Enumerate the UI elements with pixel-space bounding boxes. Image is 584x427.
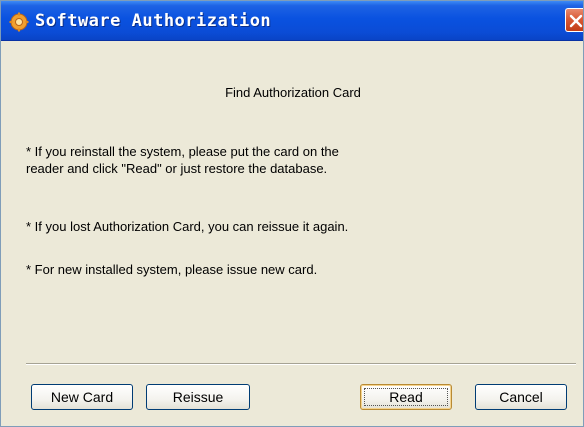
- new-system-instruction: * For new installed system, please issue…: [26, 262, 318, 277]
- reissue-button[interactable]: Reissue: [146, 384, 250, 410]
- window-title: Software Authorization: [35, 11, 272, 31]
- cancel-button[interactable]: Cancel: [475, 384, 567, 410]
- reinstall-instruction-line-1: * If you reinstall the system, please pu…: [26, 144, 339, 159]
- title-bar[interactable]: Software Authorization: [1, 1, 583, 41]
- close-icon: [569, 14, 583, 28]
- software-authorization-dialog: Software Authorization Find Authorizatio…: [0, 0, 584, 427]
- focus-ring: [364, 388, 448, 406]
- reinstall-instruction-line-2: reader and click "Read" or just restore …: [26, 161, 328, 176]
- button-divider: [26, 363, 576, 365]
- read-button[interactable]: Read: [360, 384, 452, 410]
- dialog-heading: Find Authorization Card: [225, 85, 361, 100]
- lost-card-instruction: * If you lost Authorization Card, you ca…: [26, 219, 349, 234]
- new-card-button[interactable]: New Card: [31, 384, 133, 410]
- close-button[interactable]: [565, 8, 583, 32]
- reinstall-instruction: * If you reinstall the system, please pu…: [26, 143, 339, 177]
- gear-app-icon: [9, 12, 29, 32]
